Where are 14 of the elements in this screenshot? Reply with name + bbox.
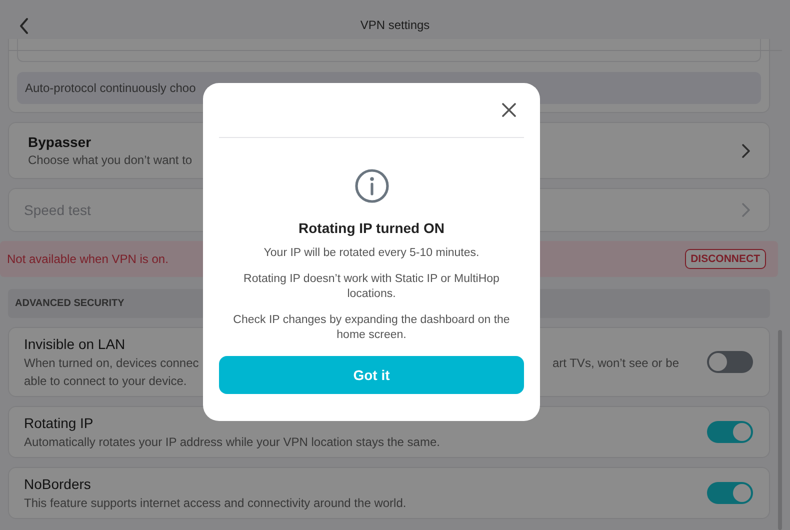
row-title: Invisible on LAN: [24, 336, 126, 352]
dialog-text: Your IP will be rotated every 5-10 minutes.: [264, 246, 480, 261]
row-title: NoBorders: [24, 476, 92, 492]
dialog-title: Rotating IP turned ON: [298, 220, 444, 236]
warning-text: Not available when VPN is on.: [7, 252, 168, 266]
row-description: art TVs, won’t see or be: [552, 356, 679, 370]
window-title: VPN settings: [360, 18, 430, 32]
row-title: Bypasser: [28, 134, 92, 150]
row-description: able to connect to your device.: [24, 374, 187, 388]
row-description: When turned on, devices connec: [24, 356, 199, 370]
row-description: Automatically rotates your IP address while your VPN location stays the same.: [24, 435, 440, 449]
row-description: This feature supports internet access and connectivity around the world.: [24, 496, 406, 510]
row-description: Choose what you don’t want to: [28, 153, 194, 167]
row-title: Rotating IP: [24, 415, 94, 431]
